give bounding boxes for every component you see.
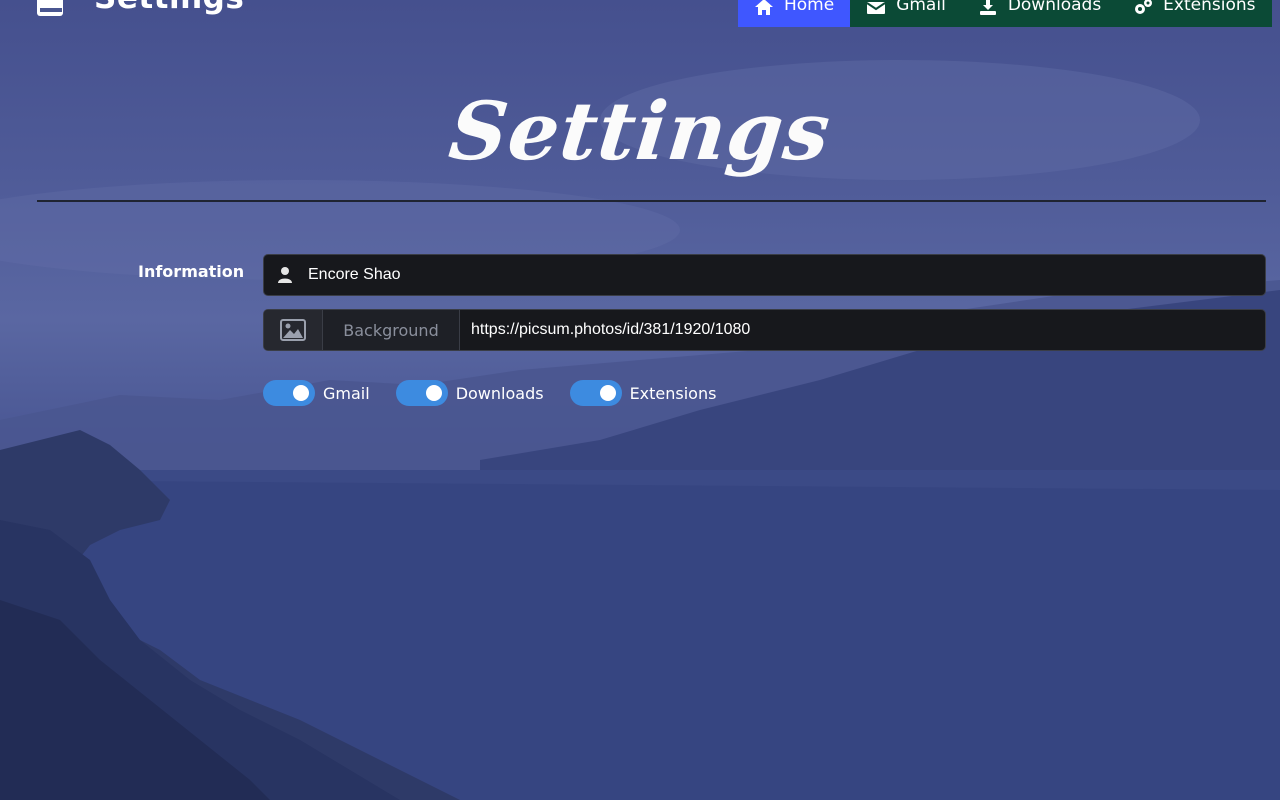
page-title: Settings xyxy=(444,84,835,178)
nav-gmail-label: Gmail xyxy=(896,0,946,15)
toggle-extensions[interactable]: Extensions xyxy=(569,380,717,406)
toggle-downloads-label: Downloads xyxy=(455,383,544,403)
nav-extensions-label: Extensions xyxy=(1163,0,1256,15)
background-addon-label: Background xyxy=(323,310,460,350)
gears-icon xyxy=(1133,0,1153,17)
user-icon xyxy=(264,255,306,295)
gmail-icon xyxy=(866,0,886,17)
home-icon xyxy=(754,0,774,17)
name-field xyxy=(263,254,1266,296)
background-url-input[interactable] xyxy=(460,310,1265,350)
toggle-gmail-label: Gmail xyxy=(323,383,370,403)
toggle-extensions-label: Extensions xyxy=(629,383,717,403)
nav-downloads-label: Downloads xyxy=(1007,0,1102,15)
downloads-switch[interactable] xyxy=(395,380,448,406)
nav-downloads[interactable]: Downloads xyxy=(961,0,1118,27)
toggle-gmail[interactable]: Gmail xyxy=(263,380,370,406)
title-divider xyxy=(37,200,1266,202)
top-bar: Settings Home Gmail Downloads Extensions xyxy=(0,0,1280,28)
brand[interactable]: Settings xyxy=(36,0,244,26)
feature-toggles: Gmail Downloads Extensions xyxy=(263,379,742,407)
nav-gmail[interactable]: Gmail xyxy=(850,0,962,27)
name-input[interactable] xyxy=(306,255,1265,295)
image-icon xyxy=(264,310,323,350)
toggle-downloads[interactable]: Downloads xyxy=(395,380,544,406)
gmail-switch[interactable] xyxy=(263,380,315,406)
main-nav: Home Gmail Downloads Extensions xyxy=(738,0,1272,27)
information-label: Information xyxy=(138,262,245,281)
nav-home[interactable]: Home xyxy=(738,0,851,27)
brand-title: Settings xyxy=(94,0,244,16)
download-icon xyxy=(978,0,998,17)
nav-home-label: Home xyxy=(784,0,835,15)
book-icon xyxy=(36,0,64,18)
extensions-switch[interactable] xyxy=(569,380,622,406)
nav-extensions[interactable]: Extensions xyxy=(1117,0,1272,27)
background-url-field: Background xyxy=(263,309,1266,351)
